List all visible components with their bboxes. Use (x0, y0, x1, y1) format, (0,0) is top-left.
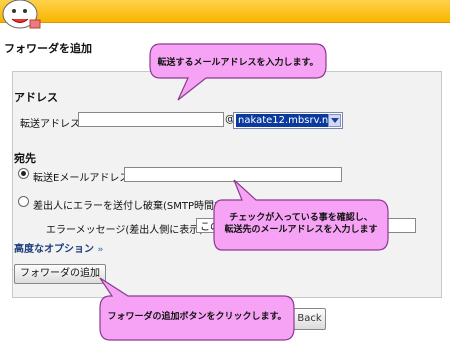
reject-error-label: 差出人にエラーを送付し破棄(SMTP時間で) (33, 201, 228, 212)
destination-heading: 宛先 (14, 152, 36, 165)
callout-top-text: 転送するメールアドレスを入力します。 (157, 58, 319, 68)
advanced-options-link[interactable]: 高度なオプション » (14, 240, 103, 255)
mascot-logo (2, 0, 41, 29)
domain-select-value: nakate12.mbsrv.net (236, 114, 341, 127)
header-bar (0, 0, 450, 23)
chevron-right-icon: » (97, 245, 104, 255)
forward-address-input[interactable] (78, 112, 224, 127)
add-forwarder-button[interactable]: フォワーダの追加 (14, 264, 106, 284)
domain-select[interactable]: nakate12.mbsrv.net (233, 112, 343, 129)
radio-reject-error[interactable] (18, 196, 29, 207)
callout-shape (149, 43, 327, 101)
callout-add-button: フォワーダの追加ボタンをクリックします。 (98, 276, 296, 342)
chevron-down-icon[interactable] (328, 114, 341, 127)
callout-forward-address: 転送するメールアドレスを入力します。 (148, 42, 328, 102)
forward-address-label: 転送アドレス: (20, 119, 84, 130)
advanced-options-label: 高度なオプション (14, 244, 94, 255)
callout-middle-text-2: 転送先のメールアドレスを入力します (224, 225, 378, 235)
callout-bottom-text: フォワーダの追加ボタンをクリックします。 (107, 312, 287, 322)
radio-forward-email[interactable] (18, 168, 29, 179)
callout-forward-email: チェックが入っている事を確認し、 転送先のメールアドレスを入力します (212, 178, 390, 252)
page-title: フォワーダを追加 (4, 42, 92, 55)
error-message-label: エラーメッセージ(差出人側に表示): (46, 225, 207, 236)
address-heading: アドレス (14, 91, 58, 104)
forward-email-label: 転送Eメールアドレス: (33, 173, 133, 184)
